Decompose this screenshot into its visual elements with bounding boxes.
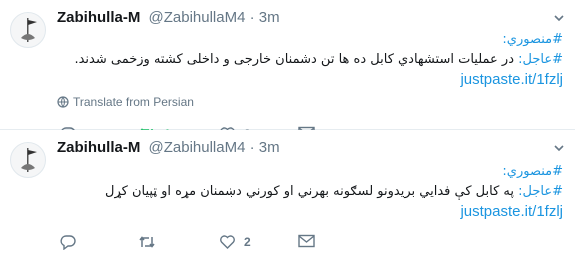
message-icon [298,234,315,248]
tweet-text: #منصوري: #عاجل: در عمليات استشهادي کابل … [57,30,563,91]
tweet-body-text: په کابل کې فدايي بريدونو لسګونه بهرني او… [105,184,519,199]
avatar[interactable] [10,142,46,178]
hashtag[interactable]: #منصوري: [502,32,563,47]
reply-button[interactable] [60,234,84,250]
avatar[interactable] [10,12,46,48]
hashtag[interactable]: #عاجل: [518,52,563,67]
user-handle[interactable]: @ZabihullaM4 [149,139,246,156]
tweet-link[interactable]: justpaste.it/1fzlj [460,71,563,88]
tweet-text: #منصوري: #عاجل: په کابل کې فدايي بريدونو… [57,162,563,223]
retweet-icon [139,236,155,248]
hashtag[interactable]: #عاجل: [518,184,563,199]
tweet-header: Zabihulla-M @ZabihullaM4 · 3m [57,139,280,156]
chevron-down-icon[interactable] [553,142,565,154]
tweet[interactable]: Zabihulla-M @ZabihullaM4 · 3m #منصوري: #… [0,130,575,262]
separator-dot: · [249,139,255,156]
like-button[interactable]: 2 [219,234,251,250]
retweet-button[interactable] [138,234,164,250]
avatar-logo [21,148,37,172]
display-name[interactable]: Zabihulla-M [57,139,140,156]
timestamp[interactable]: 3m [259,9,280,26]
like-count: 2 [244,235,251,249]
translate-link[interactable]: Translate from Persian [57,95,194,109]
avatar-logo [21,18,37,42]
tweet[interactable]: Zabihulla-M @ZabihullaM4 · 3m #منصوري: #… [0,0,575,142]
display-name[interactable]: Zabihulla-M [57,9,140,26]
translate-label: Translate from Persian [73,95,194,109]
like-icon [220,235,235,249]
tweet-link[interactable]: justpaste.it/1fzlj [460,203,563,220]
globe-icon [57,96,69,108]
tweet-body-text: در عمليات استشهادي کابل ده ها تن دشمنان … [74,52,519,67]
reply-icon [60,235,76,250]
hashtag[interactable]: #منصوري: [502,164,563,179]
tweet-header: Zabihulla-M @ZabihullaM4 · 3m [57,9,280,26]
timestamp[interactable]: 3m [259,139,280,156]
user-handle[interactable]: @ZabihullaM4 [149,9,246,26]
chevron-down-icon[interactable] [553,12,565,24]
separator-dot: · [249,9,255,26]
direct-message-button[interactable] [298,234,315,248]
